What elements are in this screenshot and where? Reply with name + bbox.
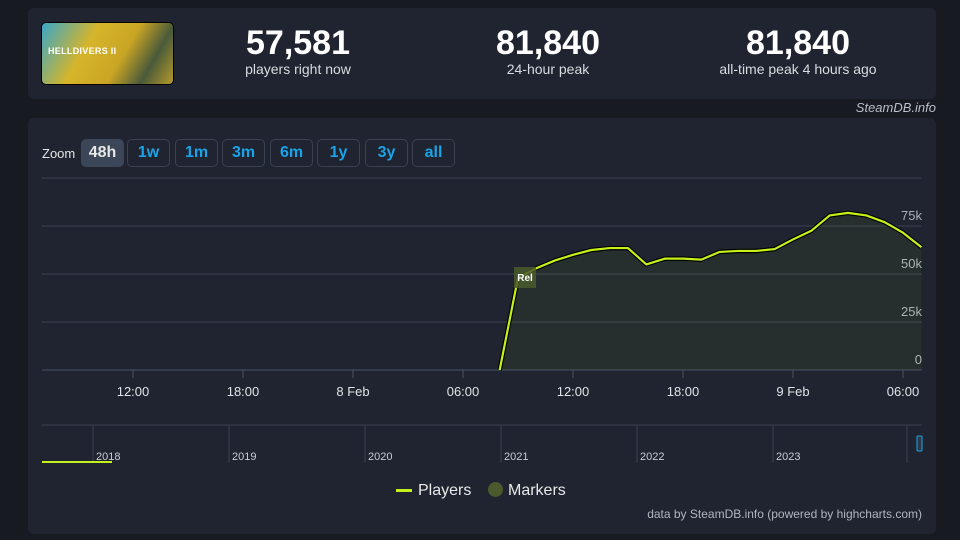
navigator-year-label: 2021 [504, 451, 528, 463]
x-tick-label: 18:00 [667, 384, 700, 399]
navigator-year-label: 2019 [232, 451, 256, 463]
players-area [499, 212, 922, 370]
navigator-year-label: 2023 [776, 451, 800, 463]
player-chart: 025k50k75k12:0018:008 Feb06:0012:0018:00… [42, 177, 923, 463]
navigator-year-label: 2020 [368, 451, 392, 463]
y-tick-label: 75k [901, 208, 922, 223]
navigator-year-label: 2022 [640, 451, 664, 463]
marker-label: Rel [517, 273, 533, 284]
x-tick-label: 06:00 [447, 384, 480, 399]
x-tick-label: 12:00 [117, 384, 150, 399]
navigator-handle[interactable] [916, 435, 923, 452]
x-tick-label: 12:00 [557, 384, 590, 399]
x-tick-label: 18:00 [227, 384, 260, 399]
x-tick-label: 06:00 [887, 384, 920, 399]
x-tick-label: 9 Feb [776, 384, 809, 399]
x-tick-label: 8 Feb [336, 384, 369, 399]
